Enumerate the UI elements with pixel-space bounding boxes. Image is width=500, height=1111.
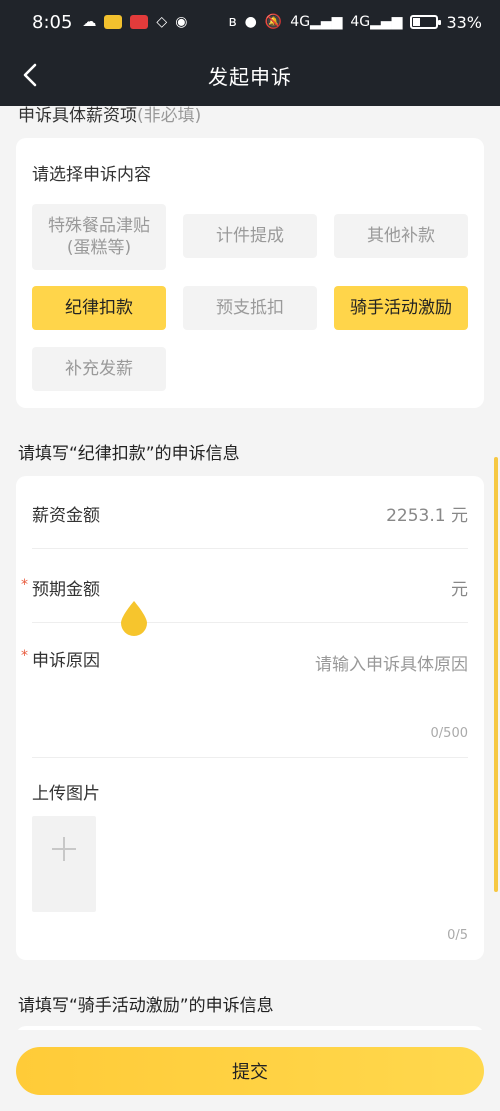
section-title-salary-item: 申诉具体薪资项(非必填): [18, 101, 201, 126]
notification-icons: ☁ ◇ ◉: [82, 15, 187, 29]
submit-button[interactable]: 提交: [16, 1047, 484, 1095]
divider: [32, 757, 468, 758]
option-label: 骑手活动激励: [350, 298, 452, 318]
plus-icon: [52, 837, 76, 861]
option-label: 计件提成: [216, 226, 284, 246]
signal-icon-2: 4G▂▄▆: [350, 14, 403, 30]
app-header: 发起申诉: [0, 44, 500, 106]
second-section-title: 请填写“骑手活动激励”的申诉信息: [18, 996, 274, 1016]
required-mark: *: [21, 648, 28, 664]
option-other-compensation[interactable]: 其他补款: [334, 214, 468, 258]
chevron-left-icon: [23, 63, 37, 87]
appeal-reason-label: 申诉原因: [32, 651, 100, 671]
divider: [32, 548, 468, 549]
scrollbar[interactable]: [494, 457, 498, 892]
battery-percent: 33%: [446, 12, 482, 32]
mute-icon: 🔕: [264, 14, 283, 30]
bluetooth-icon: ʙ: [228, 14, 237, 30]
option-rider-activity-incentive[interactable]: 骑手活动激励: [334, 286, 468, 330]
option-label: 补充发薪: [65, 359, 133, 379]
expected-amount-label: 预期金额: [32, 580, 100, 600]
text-cursor-handle[interactable]: [119, 600, 149, 636]
upload-counter: 0/5: [447, 928, 468, 943]
status-bar: 8:05 ☁ ◇ ◉ ʙ ● 🔕 4G▂▄▆ 4G▂▄▆ 33%: [0, 0, 500, 44]
section-title-text: 申诉具体薪资项: [18, 106, 137, 126]
appeal-form-card: 薪资金额 2253.1 元 * 预期金额 元 * 申诉原因 请输入申诉具体原因 …: [16, 476, 484, 960]
optional-note: (非必填): [137, 106, 202, 126]
app-icon: [104, 15, 123, 29]
option-label: 特殊餐品津贴 (蛋糕等): [48, 216, 150, 258]
option-label: 预支抵扣: [216, 298, 284, 318]
app-icon-3: ◇: [156, 14, 168, 30]
option-supplementary-pay[interactable]: 补充发薪: [32, 347, 166, 391]
salary-amount-label: 薪资金额: [32, 506, 100, 526]
upload-image-button[interactable]: [32, 816, 96, 912]
signal-icon: 4G▂▄▆: [290, 14, 343, 30]
footer: 提交: [0, 1030, 500, 1111]
salary-amount-value: 2253.1 元: [386, 506, 468, 526]
expected-amount-input[interactable]: 元: [451, 575, 468, 600]
form-section-title: 请填写“纪律扣款”的申诉信息: [18, 444, 240, 464]
appeal-reason-input[interactable]: 请输入申诉具体原因: [315, 650, 468, 675]
option-label: 纪律扣款: [65, 298, 133, 318]
battery-fill: [413, 18, 421, 26]
upload-image-label: 上传图片: [32, 784, 100, 804]
required-mark: *: [21, 577, 28, 593]
divider: [32, 622, 468, 623]
location-icon: ●: [244, 14, 257, 30]
system-status-icons: ʙ ● 🔕 4G▂▄▆ 4G▂▄▆ 33%: [229, 13, 483, 32]
option-label: 其他补款: [367, 226, 435, 246]
app-icon-2: [130, 15, 149, 29]
battery-icon: [410, 15, 442, 29]
eye-icon: ◉: [175, 14, 188, 30]
weather-icon: ☁: [82, 14, 97, 30]
back-button[interactable]: [14, 58, 48, 92]
option-discipline-deduction[interactable]: 纪律扣款: [32, 286, 166, 330]
status-time: 8:05: [32, 11, 73, 33]
option-piecework-commission[interactable]: 计件提成: [183, 214, 317, 258]
choose-content-heading: 请选择申诉内容: [32, 165, 151, 185]
option-special-meal-allowance[interactable]: 特殊餐品津贴 (蛋糕等): [32, 204, 166, 270]
option-advance-deduction[interactable]: 预支抵扣: [183, 286, 317, 330]
reason-char-counter: 0/500: [430, 726, 468, 741]
page-title: 发起申诉: [208, 64, 292, 89]
choose-content-card: 请选择申诉内容 特殊餐品津贴 (蛋糕等) 计件提成 其他补款 纪律扣款 预支抵扣…: [16, 138, 484, 408]
